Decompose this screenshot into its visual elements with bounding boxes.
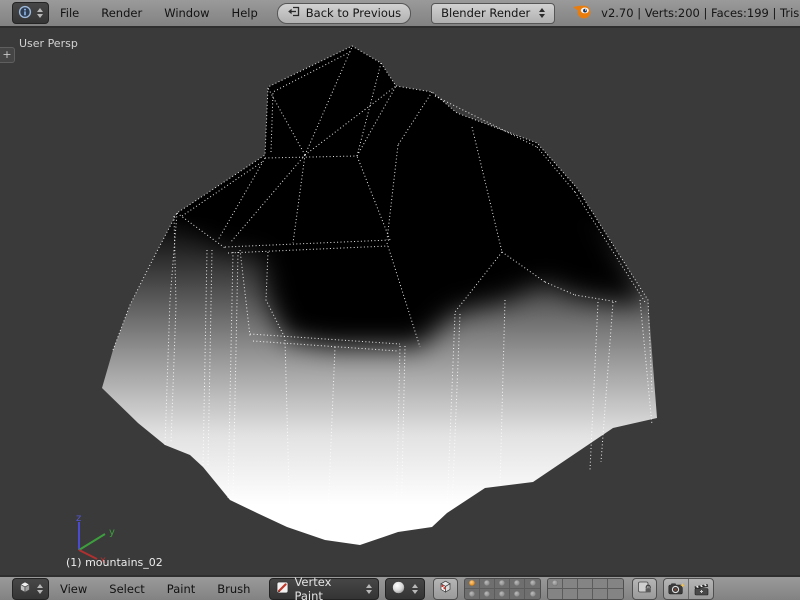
lock-icon — [637, 579, 652, 598]
layer-toggle[interactable] — [525, 589, 540, 599]
layer-toggle[interactable] — [495, 589, 510, 599]
back-to-previous-label: Back to Previous — [306, 6, 401, 20]
chevron-updown-icon — [366, 584, 372, 594]
chevron-updown-icon — [412, 584, 418, 594]
layer-toggle[interactable] — [480, 589, 495, 599]
layer-toggle[interactable] — [608, 579, 623, 589]
menu-render[interactable]: Render — [90, 6, 153, 20]
shading-sphere-icon — [392, 581, 405, 597]
layer-toggle[interactable] — [593, 579, 608, 589]
menu-select[interactable]: Select — [98, 582, 155, 596]
axis-z-label: z — [76, 513, 81, 524]
menu-window[interactable]: Window — [153, 6, 220, 20]
menu-brush[interactable]: Brush — [206, 582, 261, 596]
layer-toggle[interactable] — [465, 579, 480, 589]
opengl-render-anim-button[interactable] — [688, 579, 713, 599]
layer-toggle[interactable] — [578, 579, 593, 589]
layer-toggle[interactable] — [480, 579, 495, 589]
blender-window: File Render Window Help Back to Previous… — [0, 0, 800, 600]
menu-view[interactable]: View — [49, 582, 98, 596]
opengl-render-group — [663, 578, 714, 600]
layer-toggle[interactable] — [510, 589, 525, 599]
chevron-updown-icon — [37, 8, 43, 18]
menu-help[interactable]: Help — [221, 6, 269, 20]
layer-toggle[interactable] — [548, 579, 563, 589]
back-to-previous-button[interactable]: Back to Previous — [277, 3, 411, 24]
layer-toggle[interactable] — [578, 589, 593, 599]
toolshelf-expand-button[interactable]: + — [0, 47, 15, 63]
layer-toggle[interactable] — [510, 579, 525, 589]
camera-icon — [668, 582, 685, 595]
active-object-label: (1) mountains_02 — [66, 556, 163, 569]
chevron-updown-icon — [539, 8, 545, 18]
opengl-render-image-button[interactable] — [664, 579, 688, 599]
clapperboard-icon — [693, 582, 710, 596]
layer-toggle[interactable] — [525, 579, 540, 589]
layer-toggle[interactable] — [548, 589, 563, 599]
axis-y-label: y — [109, 527, 115, 538]
layer-toggle[interactable] — [465, 589, 480, 599]
textured-solid-toggle[interactable] — [433, 578, 458, 600]
blender-logo — [572, 2, 592, 24]
viewport-editor-icon — [18, 579, 32, 598]
info-editor-icon — [18, 4, 32, 23]
lock-to-scene-toggle[interactable] — [632, 578, 657, 600]
render-engine-select[interactable]: Blender Render — [431, 3, 555, 24]
render-engine-value: Blender Render — [441, 6, 530, 20]
view3d-header: View Select Paint Brush Vertex Paint — [0, 575, 800, 600]
back-arrow-icon — [287, 6, 300, 20]
chevron-updown-icon — [37, 584, 43, 594]
viewport-shading-select[interactable] — [385, 578, 425, 600]
editor-type-selector[interactable] — [12, 2, 49, 24]
menu-paint[interactable]: Paint — [156, 582, 206, 596]
menu-file[interactable]: File — [49, 6, 90, 20]
layer-toggle[interactable] — [495, 579, 510, 589]
layer-toggle[interactable] — [593, 589, 608, 599]
mode-select[interactable]: Vertex Paint — [269, 578, 379, 600]
layers-grid-2[interactable] — [547, 578, 624, 600]
vertex-paint-icon — [276, 581, 289, 597]
textured-cube-icon — [438, 579, 453, 598]
viewport-3d[interactable]: User Persp + z y x (1) mountains_02 — [0, 28, 800, 575]
view-name-label: User Persp — [19, 37, 78, 50]
layer-toggle[interactable] — [563, 579, 578, 589]
layer-toggle[interactable] — [608, 589, 623, 599]
layers-grid-1[interactable] — [464, 578, 541, 600]
editor-type-selector-3dview[interactable] — [12, 578, 49, 600]
info-header: File Render Window Help Back to Previous… — [0, 0, 800, 28]
layer-toggle[interactable] — [563, 589, 578, 599]
vertex-paint-mesh — [0, 28, 800, 575]
scene-stats: v2.70 | Verts:200 | Faces:199 | Tris:359… — [601, 6, 800, 20]
mode-value: Vertex Paint — [294, 575, 359, 600]
